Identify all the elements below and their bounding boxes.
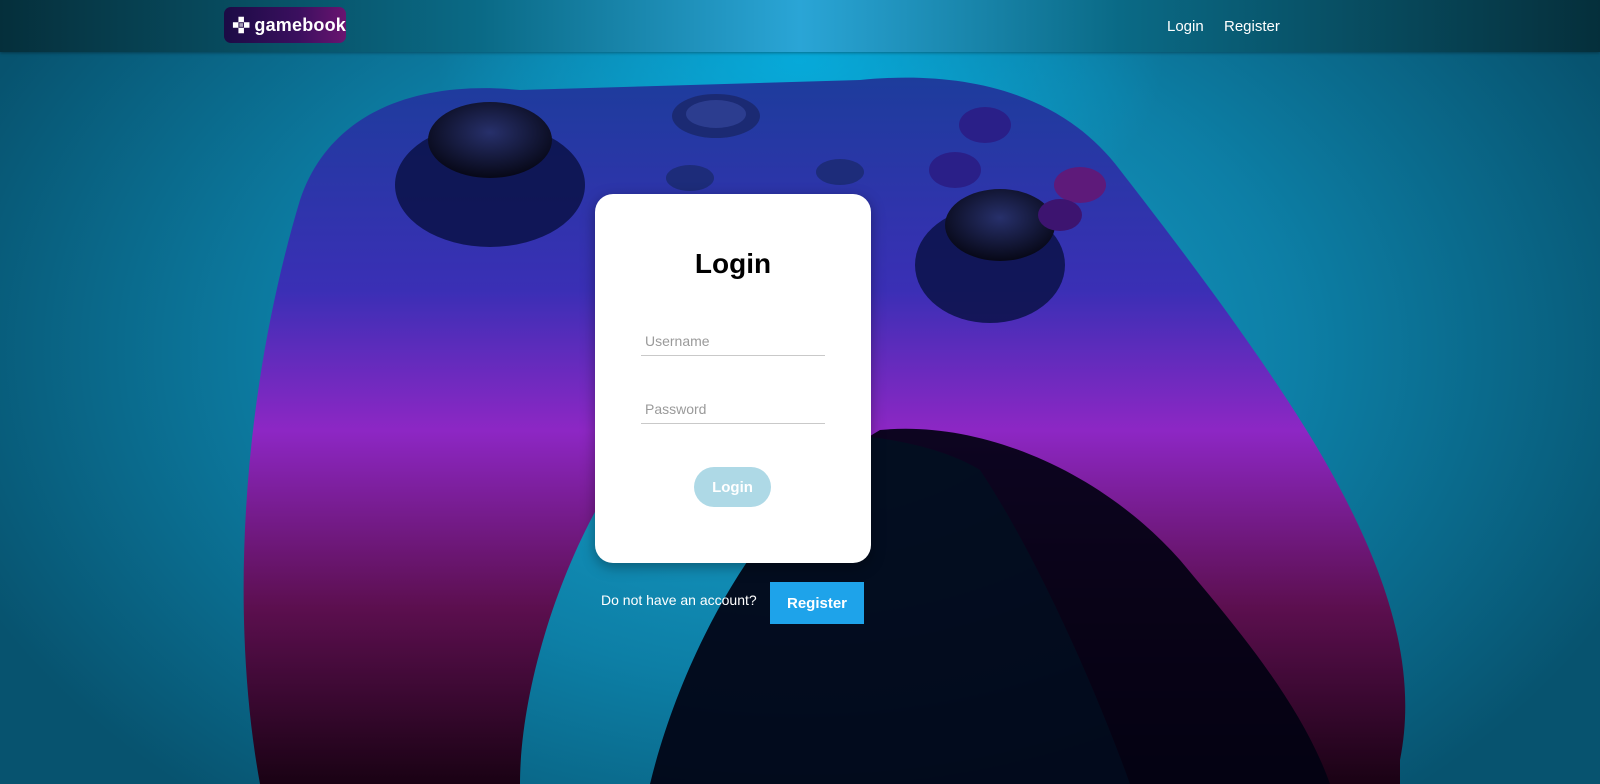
username-input[interactable] xyxy=(641,326,825,356)
nav-login-link[interactable]: Login xyxy=(1167,18,1204,35)
login-title: Login xyxy=(694,248,772,279)
password-input[interactable] xyxy=(641,394,825,424)
top-navbar: gamebook Login Register xyxy=(0,0,1600,52)
login-submit-button[interactable]: Login xyxy=(694,467,771,507)
nav-register-item: Register xyxy=(1224,0,1280,52)
no-account-text: Do not have an account? xyxy=(601,592,757,608)
nav-login-item: Login xyxy=(1167,0,1204,52)
nav-register-link[interactable]: Register xyxy=(1224,18,1280,35)
gamepad-cross-icon xyxy=(232,16,250,34)
brand-name: gamebook xyxy=(254,14,346,35)
register-button[interactable]: Register xyxy=(770,582,864,624)
brand-logo[interactable]: gamebook xyxy=(224,7,346,43)
